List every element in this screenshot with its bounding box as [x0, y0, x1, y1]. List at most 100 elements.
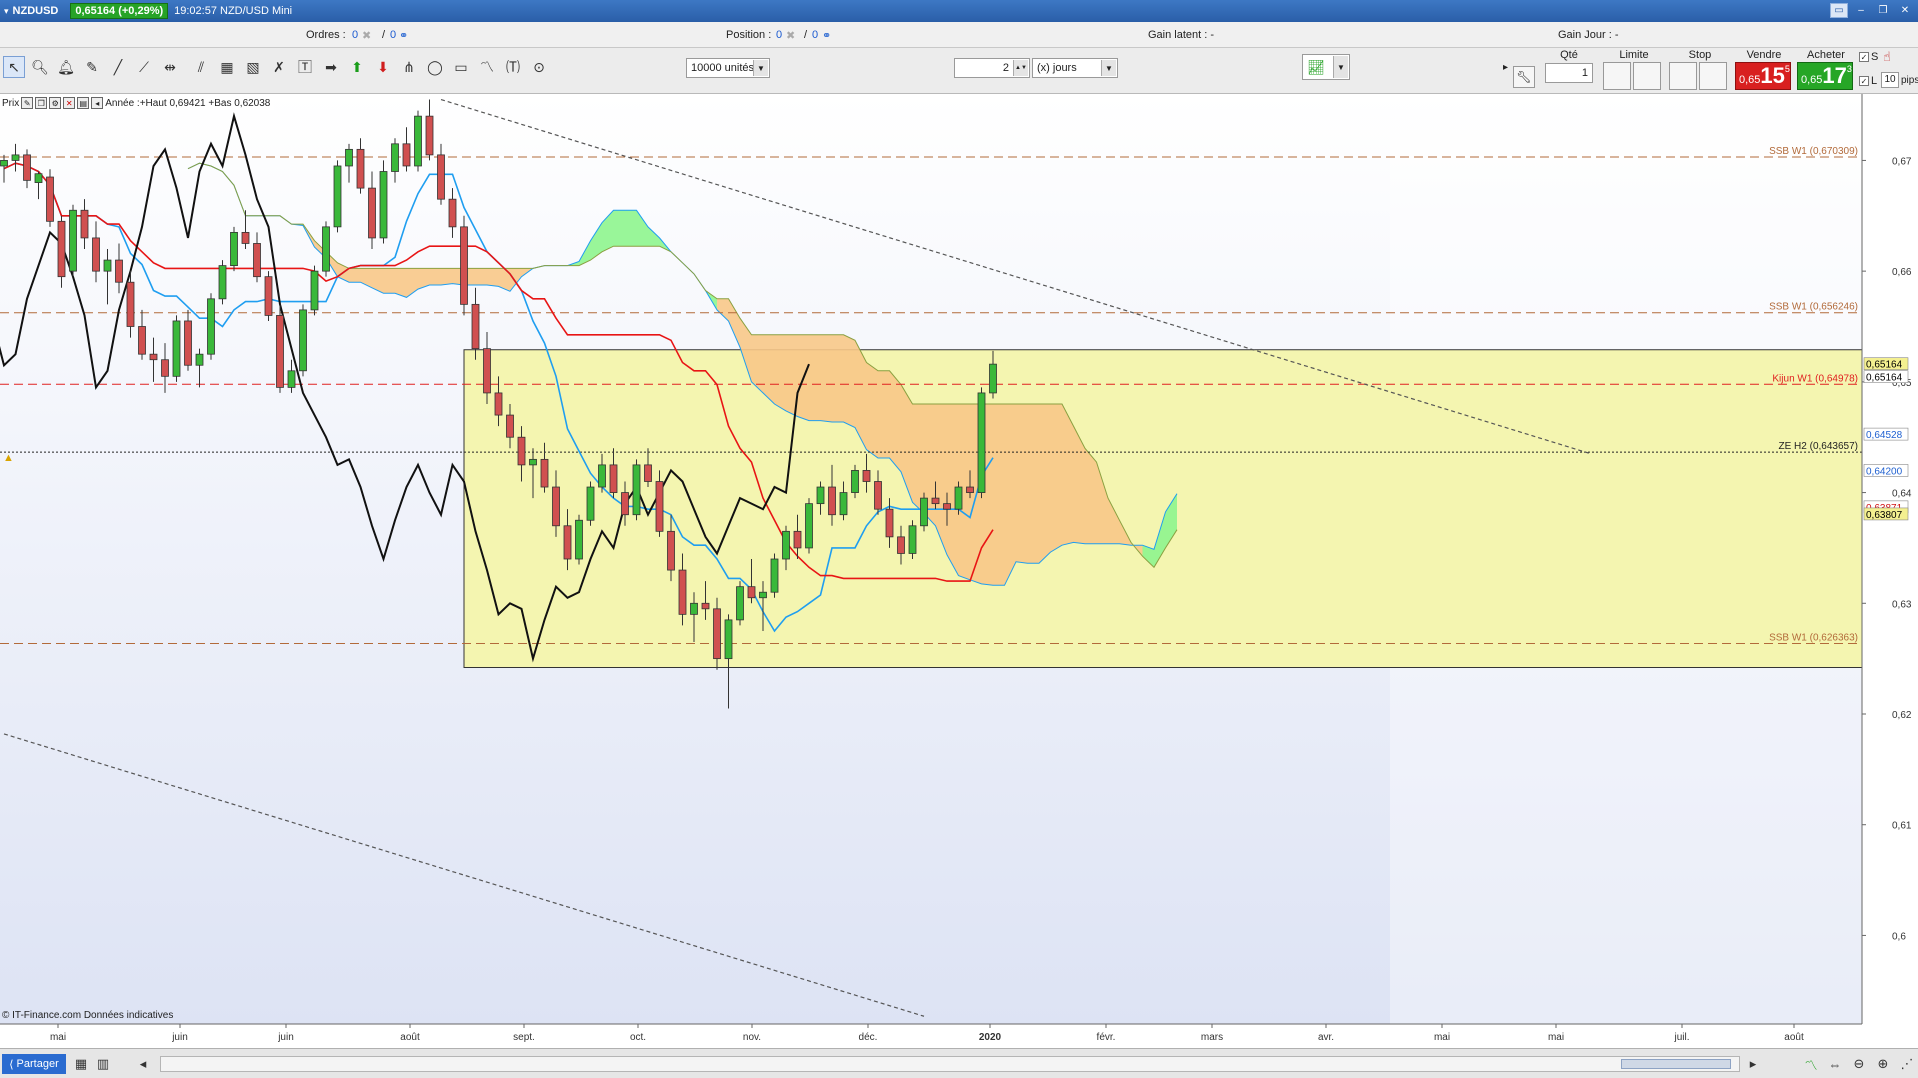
settings-icon[interactable]: ⚙ — [49, 97, 62, 109]
l-checkbox[interactable]: ✓ — [1859, 76, 1869, 86]
order-hand-icon[interactable]: ☝ — [1883, 49, 1891, 65]
grid-icon[interactable]: ▦ — [72, 1055, 90, 1073]
candle-body — [46, 176, 54, 222]
ichimoku-cloud-segment — [1004, 404, 1016, 586]
candle-body — [908, 525, 917, 554]
limit-sell-button[interactable] — [1633, 62, 1661, 90]
stepper-icon[interactable]: ▲▼ — [1013, 60, 1028, 76]
ichimoku-cloud-segment — [1039, 404, 1051, 564]
arrow-up-icon[interactable]: ⬆ — [346, 56, 368, 78]
scroll-thumb[interactable] — [1621, 1059, 1731, 1069]
pitchfork-icon[interactable]: ⋔ — [398, 56, 420, 78]
text-icon[interactable]: 🅃 — [294, 56, 316, 78]
cursor-icon[interactable]: ↖ — [3, 56, 25, 78]
candle-body — [885, 508, 894, 538]
limit-buy-button[interactable] — [1603, 62, 1631, 90]
qty-input[interactable]: 1 — [1545, 63, 1593, 83]
trendline-icon[interactable]: ╱ — [107, 56, 129, 78]
chevron-down-icon[interactable]: ▼ — [753, 60, 768, 76]
units-select[interactable]: 10000 unités ▼ — [686, 58, 770, 78]
zoom-out-icon[interactable]: ⊖ — [1850, 1055, 1868, 1073]
fib-fan-icon[interactable]: ▧ — [242, 56, 264, 78]
candle-body — [80, 209, 89, 239]
pips-input[interactable]: 10 — [1881, 72, 1899, 88]
menu-icon[interactable]: ▾ — [4, 6, 9, 17]
x-tick-label: juil. — [1673, 1032, 1689, 1043]
price-chart[interactable]: SSB W1 (0,670309) SSB W1 (0,656246) Kijun … — [0, 94, 1918, 1054]
ichimoku-cloud-segment — [349, 268, 361, 283]
period-stepper[interactable]: 2 ▲▼ — [954, 58, 1030, 78]
candle-body — [115, 259, 123, 283]
ray-icon[interactable]: ⟋ — [133, 56, 155, 78]
level-label: SSB W1 (0,626363) — [1769, 633, 1858, 644]
position-value: 0 — [776, 29, 783, 41]
candle-body — [172, 320, 181, 377]
candle-body — [782, 530, 790, 560]
orders-link-icon[interactable]: ⚭ — [399, 29, 408, 42]
minimize-button[interactable]: – — [1852, 3, 1870, 18]
ichimoku-cloud-segment — [809, 334, 821, 421]
price-tag-label: 0,64528 — [1866, 430, 1903, 441]
fibonacci-icon[interactable]: ▦ — [216, 56, 238, 78]
fit-icon[interactable]: ⇔ — [1826, 1055, 1844, 1073]
candle-body — [632, 464, 641, 516]
indicator-icon[interactable]: 〽 — [476, 56, 498, 78]
maximize-button[interactable]: ❐ — [1874, 3, 1892, 18]
position-link-icon[interactable]: ⚭ — [822, 29, 831, 42]
candle-body — [471, 303, 480, 350]
remove-icon[interactable]: ✕ — [63, 97, 76, 109]
orders-x-icon[interactable]: ✖ — [362, 29, 371, 42]
candle-body — [11, 154, 20, 161]
period-unit-select[interactable]: (x) jours ▼ — [1032, 58, 1118, 78]
sell-button[interactable]: 0,65 15 5 — [1735, 62, 1791, 90]
zoom-icon[interactable]: 🔍︎ — [29, 56, 51, 78]
candle-body — [92, 237, 100, 272]
zoom-in-icon[interactable]: ⊕ — [1874, 1055, 1892, 1073]
buy-button[interactable]: 0,65 17 3 — [1797, 62, 1853, 90]
symbol-label: NZDUSD — [12, 5, 59, 17]
scroll-right-icon[interactable]: ▸ — [1744, 1055, 1762, 1073]
wrench-icon[interactable]: 🔧︎ — [1513, 66, 1535, 88]
chart-area[interactable]: SSB W1 (0,670309) SSB W1 (0,656246) Kijun … — [0, 94, 1918, 1054]
ruler-icon[interactable]: ✎ — [81, 56, 103, 78]
scroll-left-icon[interactable]: ◂ — [134, 1055, 152, 1073]
horizontal-scrollbar[interactable] — [160, 1056, 1740, 1072]
y-tick-label: 0,67 — [1892, 156, 1912, 167]
ichimoku-cloud-segment — [832, 334, 844, 422]
cycle-icon[interactable]: 🄣 — [502, 56, 524, 78]
minimize-icon[interactable]: ▭ — [1830, 3, 1848, 18]
legend-text: Année :+Haut 0,69421 +Bas 0,62038 — [105, 97, 271, 109]
candle-body — [931, 497, 940, 505]
crosshair-line-icon[interactable]: ✗ — [268, 56, 290, 78]
sell-prefix: 0,65 — [1739, 74, 1761, 86]
alert-bell-icon[interactable]: 🔔︎ — [55, 56, 77, 78]
layers-icon[interactable]: ▤ — [77, 97, 90, 109]
clock-icon[interactable]: ⊙ — [528, 56, 550, 78]
candle-body — [184, 320, 192, 366]
candle-body — [437, 154, 445, 200]
position-x-icon[interactable]: ✖ — [786, 29, 795, 42]
s-checkbox[interactable]: ✓ — [1859, 52, 1869, 62]
panel-arrow-icon[interactable]: ▸ — [1503, 62, 1508, 73]
arrow-right-icon[interactable]: ➡ — [320, 56, 342, 78]
stop-buy-button[interactable] — [1669, 62, 1697, 90]
chevron-down-icon[interactable]: ▼ — [1333, 56, 1348, 78]
close-button[interactable]: ✕ — [1896, 3, 1914, 18]
position-value-b: 0 — [812, 29, 819, 41]
list-icon[interactable]: ▥ — [94, 1055, 112, 1073]
indicator-icon[interactable]: 〽 — [1802, 1055, 1820, 1073]
share-button[interactable]: ⟨ Partager — [2, 1054, 66, 1074]
horizontal-line-icon[interactable]: ⇹ — [159, 56, 181, 78]
copy-icon[interactable]: ❐ — [35, 97, 48, 109]
arrow-icon[interactable]: ◂ — [91, 97, 104, 109]
arrow-down-icon[interactable]: ⬇ — [372, 56, 394, 78]
ellipse-icon[interactable]: ◯ — [424, 56, 446, 78]
rectangle-icon[interactable]: ▭ — [450, 56, 472, 78]
ichimoku-cloud-segment — [441, 268, 453, 285]
chart-type-select[interactable]: 📈︎ ▼ — [1302, 54, 1350, 80]
stop-sell-button[interactable] — [1699, 62, 1727, 90]
edit-icon[interactable]: ✎ — [21, 97, 34, 109]
chevron-down-icon[interactable]: ▼ — [1101, 60, 1116, 76]
resize-grip-icon[interactable]: ⋰ — [1898, 1055, 1916, 1073]
channel-icon[interactable]: ⫽ — [190, 56, 212, 78]
